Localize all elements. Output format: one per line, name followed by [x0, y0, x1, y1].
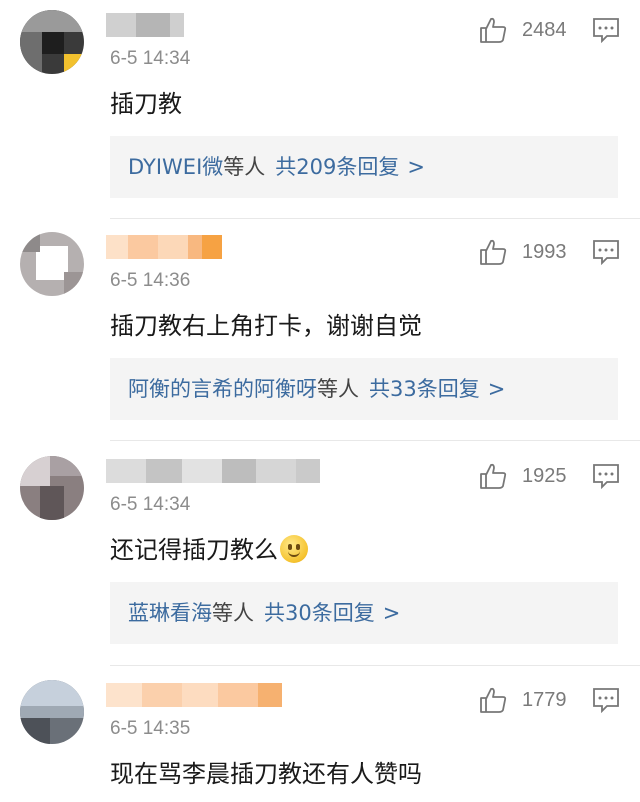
comment-time: 6-5 14:34	[110, 48, 191, 69]
chevron-right-icon[interactable]: >	[488, 377, 506, 401]
divider	[110, 440, 640, 441]
thumbs-up-icon	[480, 17, 507, 43]
reply-etc: 等人	[317, 377, 359, 401]
username-pixelated[interactable]	[106, 456, 320, 486]
like-count: 1993	[522, 240, 567, 263]
like-button[interactable]: 1993	[478, 232, 567, 272]
reply-preview[interactable]: DYIWEI微等人 共209条回复 >	[110, 136, 618, 198]
comment-icon[interactable]	[592, 687, 620, 713]
comment-text: 插刀教右上角打卡，谢谢自觉	[110, 312, 422, 340]
like-button[interactable]: 1779	[478, 680, 567, 720]
divider	[110, 665, 640, 666]
username-pixelated[interactable]	[106, 680, 282, 710]
chevron-right-icon[interactable]: >	[383, 601, 401, 625]
chevron-right-icon[interactable]: >	[407, 155, 425, 179]
comment-text-content: 还记得插刀教么	[110, 536, 278, 564]
reply-count[interactable]: 共30条回复	[264, 601, 375, 625]
reply-users[interactable]: DYIWEI微	[128, 155, 223, 179]
avatar[interactable]	[20, 680, 84, 744]
reply-users[interactable]: 蓝琳看海	[128, 601, 212, 625]
reply-preview[interactable]: 蓝琳看海等人 共30条回复 >	[110, 582, 618, 644]
reply-users[interactable]: 阿衡的言希的阿衡呀	[128, 377, 317, 401]
comment-time: 6-5 14:35	[110, 718, 191, 739]
comment-text: 插刀教	[110, 90, 182, 118]
smile-emoji-icon	[280, 535, 308, 563]
like-count: 2484	[522, 18, 567, 41]
comment-icon[interactable]	[592, 463, 620, 489]
like-count: 1779	[522, 688, 567, 711]
username-pixelated[interactable]	[106, 232, 222, 262]
like-button[interactable]: 2484	[478, 10, 567, 50]
comment-text: 现在骂李晨插刀教还有人赞吗	[110, 760, 422, 788]
like-button[interactable]: 1925	[478, 456, 567, 496]
reply-etc: 等人	[212, 601, 254, 625]
reply-count[interactable]: 共33条回复	[369, 377, 480, 401]
like-count: 1925	[522, 464, 567, 487]
avatar[interactable]	[20, 10, 84, 74]
comment-time: 6-5 14:36	[110, 270, 191, 291]
avatar[interactable]	[20, 232, 84, 296]
reply-count[interactable]: 共209条回复	[275, 155, 399, 179]
reply-preview[interactable]: 阿衡的言希的阿衡呀等人 共33条回复 >	[110, 358, 618, 420]
username-pixelated[interactable]	[106, 10, 184, 40]
comment-text: 还记得插刀教么	[110, 530, 308, 565]
avatar[interactable]	[20, 456, 84, 520]
thumbs-up-icon	[480, 463, 507, 489]
comment-time: 6-5 14:34	[110, 494, 191, 515]
comment-icon[interactable]	[592, 239, 620, 265]
reply-etc: 等人	[223, 155, 266, 179]
thumbs-up-icon	[480, 687, 507, 713]
comment-icon[interactable]	[592, 17, 620, 43]
divider	[110, 218, 640, 219]
thumbs-up-icon	[480, 239, 507, 265]
